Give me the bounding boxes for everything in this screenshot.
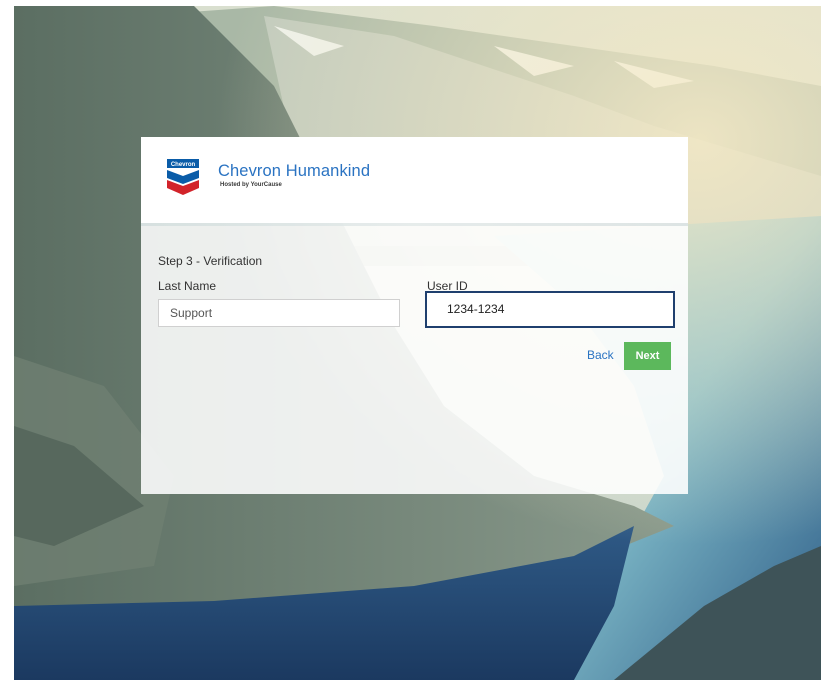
brand-subtitle: Hosted by YourCause [220,182,282,188]
brand-title: Chevron Humankind [218,162,371,180]
chevron-logo: Chevron [166,158,200,196]
card-header: Chevron Chevron Humankind Hosted by Your… [141,137,688,223]
back-link[interactable]: Back [587,348,614,362]
user-id-input[interactable]: 1234-1234 [425,291,675,328]
next-button[interactable]: Next [624,342,671,370]
verification-card: Chevron Chevron Humankind Hosted by Your… [141,137,688,494]
last-name-label: Last Name [158,279,217,293]
step-title: Step 3 - Verification [158,254,263,268]
header-divider [141,223,688,226]
last-name-input[interactable]: Support [158,299,400,327]
chevron-logo-text: Chevron [171,162,196,168]
